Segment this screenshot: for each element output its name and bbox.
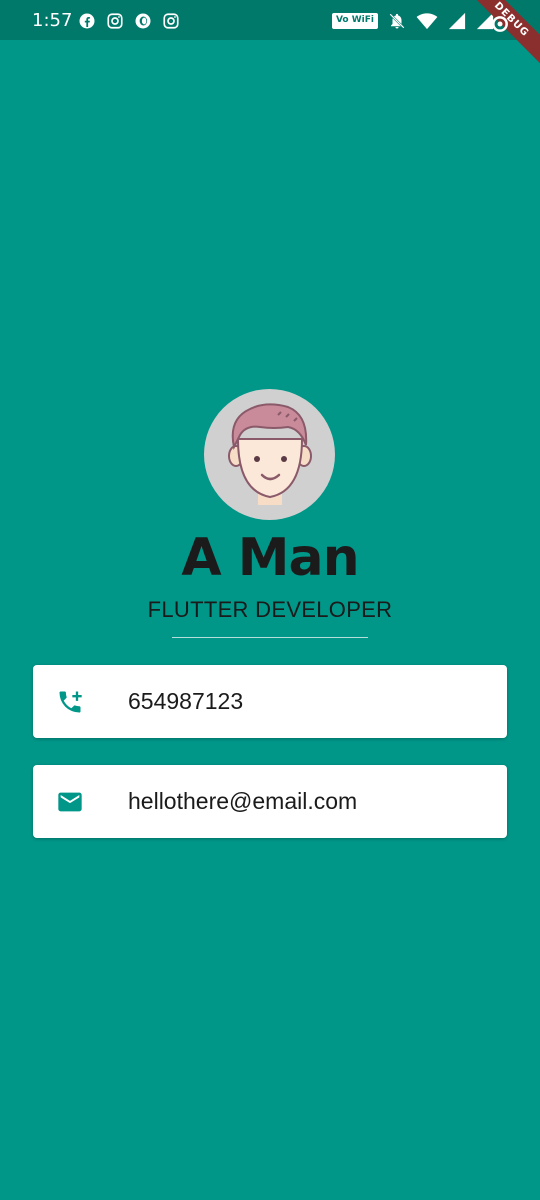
email-card[interactable]: hellothere@email.com (33, 765, 507, 838)
email-address: hellothere@email.com (128, 788, 358, 814)
wifi-icon (416, 13, 438, 30)
email-icon (58, 792, 82, 812)
instagram-icon (163, 13, 179, 29)
instagram-icon (107, 13, 123, 29)
avatar (204, 389, 335, 520)
divider (172, 637, 368, 638)
vowifi-icon: Vo WiFi (331, 13, 378, 29)
status-bar: 1:57 Vo WiFi (0, 0, 540, 40)
gear-icon (492, 16, 508, 32)
phone-card[interactable]: 654987123 (33, 665, 507, 738)
notification-icons (78, 12, 180, 30)
phone-number: 654987123 (128, 688, 244, 714)
notifications-off-icon (389, 13, 405, 29)
facebook-icon (79, 13, 95, 29)
profile-title: FLUTTER DEVELOPER (147, 597, 393, 622)
profile-name: A Man (181, 528, 359, 588)
system-icons: Vo WiFi (331, 12, 494, 30)
status-time: 1:57 (32, 10, 73, 31)
signal-icon (448, 12, 466, 30)
phone-add-icon (59, 691, 82, 713)
opera-icon (135, 13, 151, 29)
